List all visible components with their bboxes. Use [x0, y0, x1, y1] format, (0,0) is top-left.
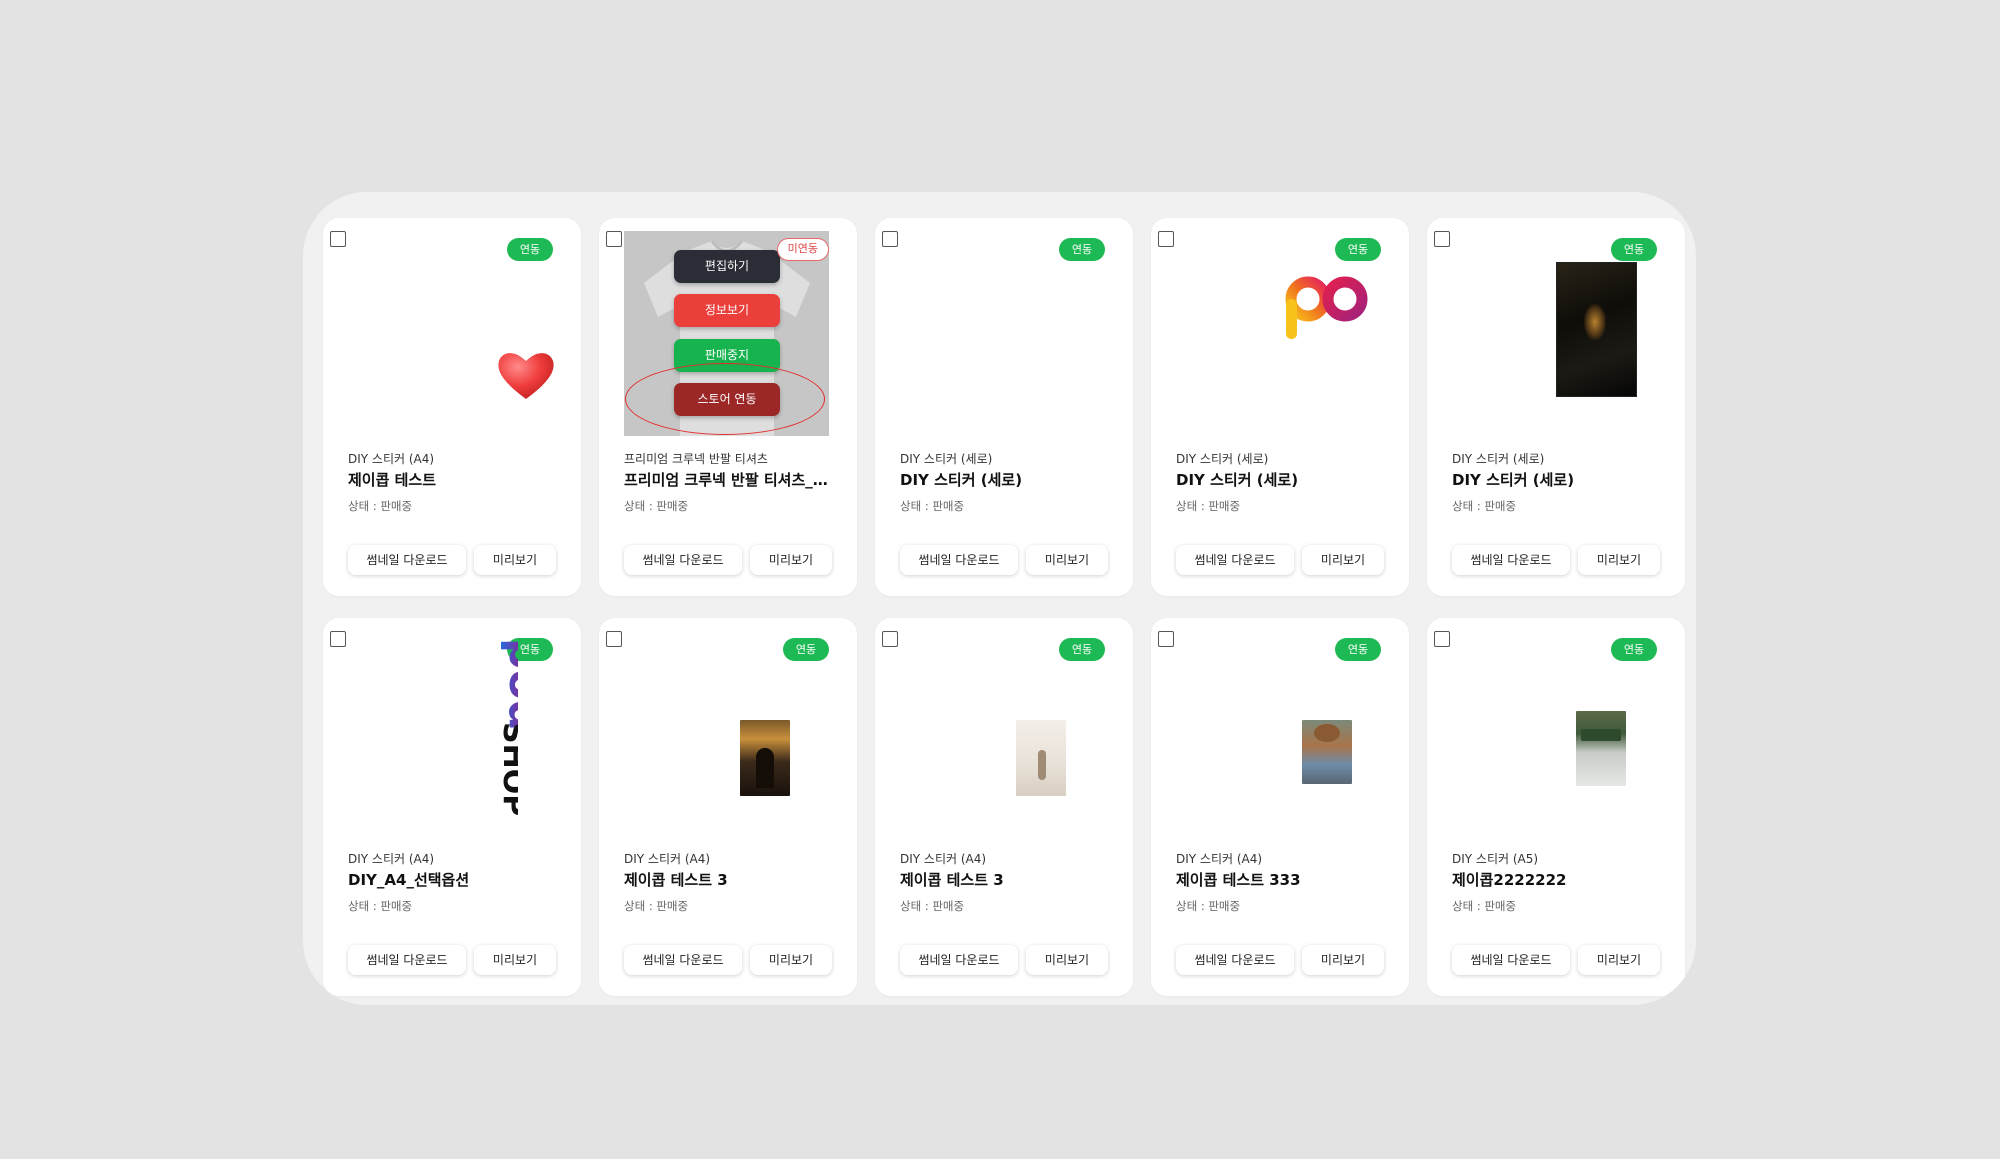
select-checkbox[interactable]	[1434, 231, 1450, 247]
dark-photo	[1556, 262, 1637, 397]
select-checkbox[interactable]	[606, 631, 622, 647]
product-status: 상태 : 판매중	[348, 899, 413, 913]
product-grid: 연동 DIY 스티커 (A4) 제이콥 테스트 상태 : 판매중 썸네일 다운로…	[323, 218, 1685, 996]
product-panel: 연동 DIY 스티커 (A4) 제이콥 테스트 상태 : 판매중 썸네일 다운로…	[303, 192, 1696, 1005]
product-title: 제이콥 테스트 3	[624, 871, 728, 889]
thumbnail-download-button[interactable]: 썸네일 다운로드	[1176, 945, 1294, 975]
product-card[interactable]: 연동 DIY 스티커 (A5) 제이콥2222222 상태 : 판매중 썸네일 …	[1427, 618, 1685, 996]
product-title: 제이콥 테스트 3	[900, 871, 1004, 889]
select-checkbox[interactable]	[882, 631, 898, 647]
select-checkbox[interactable]	[882, 231, 898, 247]
thumbnail-download-button[interactable]: 썸네일 다운로드	[900, 545, 1018, 575]
product-thumbnail[interactable]	[918, 231, 1123, 436]
product-title: DIY_A4_선택옵션	[348, 871, 470, 889]
product-title: DIY 스티커 (세로)	[900, 471, 1023, 489]
product-type: DIY 스티커 (A4)	[624, 852, 711, 866]
product-thumbnail[interactable]	[1194, 631, 1399, 836]
product-card[interactable]: 연동 DIY 스티커 (A4) 제이콥 테스트 상태 : 판매중 썸네일 다운로…	[323, 218, 581, 596]
product-type: 프리미엄 크루넥 반팔 티셔츠	[624, 452, 768, 466]
product-title: 제이콥 테스트 333	[1176, 871, 1301, 889]
thumbnail-download-button[interactable]: 썸네일 다운로드	[1176, 545, 1294, 575]
product-thumbnail[interactable]	[1194, 231, 1399, 436]
product-status: 상태 : 판매중	[1452, 499, 1517, 513]
thumbnail-download-button[interactable]: 썸네일 다운로드	[900, 945, 1018, 975]
pod-text: pod	[499, 638, 518, 731]
pod-shop-logo: pod SHOP	[496, 638, 518, 816]
link-status-badge: 미연동	[776, 238, 829, 261]
product-status: 상태 : 판매중	[1176, 499, 1241, 513]
product-card[interactable]: 연동 pod SHOP DIY 스티커 (A4) DIY_A4_선택옵션 상태 …	[323, 618, 581, 996]
product-status: 상태 : 판매중	[900, 499, 965, 513]
edit-button[interactable]: 편집하기	[674, 250, 780, 283]
preview-button[interactable]: 미리보기	[1578, 945, 1660, 975]
shop-text: SHOP	[496, 722, 518, 816]
product-card[interactable]: 연동 DIY 스티커 (세로) DIY 스티커 (세로) 상태 : 판매중 썸네…	[1151, 218, 1409, 596]
product-type: DIY 스티커 (A4)	[348, 452, 435, 466]
product-title: 제이콥2222222	[1452, 871, 1567, 889]
highlight-circle	[625, 363, 825, 435]
select-checkbox[interactable]	[330, 231, 346, 247]
product-title: 제이콥 테스트	[348, 471, 437, 489]
product-type: DIY 스티커 (A5)	[1452, 852, 1539, 866]
select-checkbox[interactable]	[1158, 631, 1174, 647]
product-title: 프리미엄 크루넥 반팔 티셔츠_…	[624, 471, 828, 489]
po-logo	[1285, 276, 1368, 339]
product-card[interactable]: 연동 DIY 스티커 (A4) 제이콥 테스트 3 상태 : 판매중 썸네일 다…	[599, 618, 857, 996]
product-thumbnail[interactable]	[642, 631, 847, 836]
product-type: DIY 스티커 (A4)	[900, 852, 987, 866]
thumbnail-download-button[interactable]: 썸네일 다운로드	[624, 545, 742, 575]
product-title: DIY 스티커 (세로)	[1176, 471, 1299, 489]
night-photo	[740, 720, 790, 796]
preview-button[interactable]: 미리보기	[1302, 545, 1384, 575]
product-thumbnail[interactable]: pod SHOP	[366, 631, 571, 836]
info-button[interactable]: 정보보기	[674, 294, 780, 327]
product-status: 상태 : 판매중	[1452, 899, 1517, 913]
product-card[interactable]: 연동 DIY 스티커 (A4) 제이콥 테스트 3 상태 : 판매중 썸네일 다…	[875, 618, 1133, 996]
select-checkbox[interactable]	[1434, 631, 1450, 647]
beach-photo	[1016, 720, 1066, 796]
thumbnail-download-button[interactable]: 썸네일 다운로드	[1452, 945, 1570, 975]
product-card[interactable]: 연동 DIY 스티커 (세로) DIY 스티커 (세로) 상태 : 판매중 썸네…	[875, 218, 1133, 596]
select-checkbox[interactable]	[330, 631, 346, 647]
product-type: DIY 스티커 (세로)	[1176, 452, 1269, 466]
product-thumbnail[interactable]	[1470, 631, 1675, 836]
heart-icon	[498, 353, 554, 399]
product-type: DIY 스티커 (세로)	[900, 452, 993, 466]
product-status: 상태 : 판매중	[624, 499, 689, 513]
preview-button[interactable]: 미리보기	[474, 945, 556, 975]
product-type: DIY 스티커 (A4)	[348, 852, 435, 866]
product-status: 상태 : 판매중	[348, 499, 413, 513]
product-status: 상태 : 판매중	[624, 899, 689, 913]
product-status: 상태 : 판매중	[1176, 899, 1241, 913]
preview-button[interactable]: 미리보기	[750, 945, 832, 975]
product-type: DIY 스티커 (세로)	[1452, 452, 1545, 466]
hat-photo	[1302, 720, 1352, 784]
product-status: 상태 : 판매중	[900, 899, 965, 913]
garden-photo	[1576, 711, 1626, 786]
thumbnail-download-button[interactable]: 썸네일 다운로드	[624, 945, 742, 975]
select-checkbox[interactable]	[606, 231, 622, 247]
product-card[interactable]: 연동 DIY 스티커 (세로) DIY 스티커 (세로) 상태 : 판매중 썸네…	[1427, 218, 1685, 596]
product-title: DIY 스티커 (세로)	[1452, 471, 1575, 489]
preview-button[interactable]: 미리보기	[1026, 945, 1108, 975]
preview-button[interactable]: 미리보기	[474, 545, 556, 575]
product-type: DIY 스티커 (A4)	[1176, 852, 1263, 866]
product-card[interactable]: 연동 DIY 스티커 (A4) 제이콥 테스트 333 상태 : 판매중 썸네일…	[1151, 618, 1409, 996]
thumbnail-download-button[interactable]: 썸네일 다운로드	[348, 945, 466, 975]
select-checkbox[interactable]	[1158, 231, 1174, 247]
product-card[interactable]: 편집하기 정보보기 판매중지 스토어 연동 미연동 프리미엄 크루넥 반팔 티셔…	[599, 218, 857, 596]
thumbnail-download-button[interactable]: 썸네일 다운로드	[348, 545, 466, 575]
product-thumbnail[interactable]	[1470, 231, 1675, 436]
product-thumbnail[interactable]	[918, 631, 1123, 836]
preview-button[interactable]: 미리보기	[1302, 945, 1384, 975]
thumbnail-download-button[interactable]: 썸네일 다운로드	[1452, 545, 1570, 575]
preview-button[interactable]: 미리보기	[1026, 545, 1108, 575]
product-thumbnail[interactable]	[366, 231, 571, 436]
preview-button[interactable]: 미리보기	[750, 545, 832, 575]
product-thumbnail[interactable]: 편집하기 정보보기 판매중지 스토어 연동	[624, 231, 829, 436]
preview-button[interactable]: 미리보기	[1578, 545, 1660, 575]
